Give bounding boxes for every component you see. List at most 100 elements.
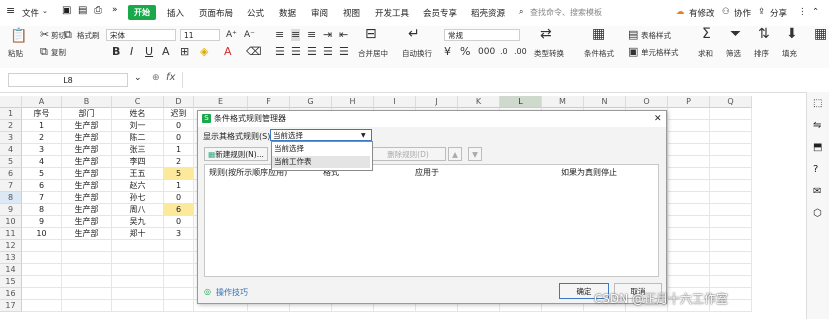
merge-icon[interactable]: ⊟ [365, 27, 377, 41]
cell[interactable] [164, 252, 194, 264]
cell[interactable] [22, 276, 62, 288]
column-header[interactable]: M [542, 96, 584, 108]
properties-icon[interactable]: ⇋ [813, 120, 821, 131]
column-header[interactable]: G [290, 96, 332, 108]
align-top-icon[interactable]: ≡ [275, 29, 284, 41]
cell[interactable] [164, 276, 194, 288]
cell[interactable] [164, 264, 194, 276]
cell[interactable]: 0 [164, 132, 194, 144]
cell[interactable]: 吴九 [112, 216, 164, 228]
cell[interactable] [668, 132, 710, 144]
merge-center-button[interactable]: 合并居中 [358, 48, 388, 59]
new-rule-button[interactable]: ▦新建规则(N)... [204, 147, 268, 161]
row-header[interactable]: 9 [0, 204, 22, 216]
filter-button[interactable]: 筛选 [726, 48, 741, 59]
row-header[interactable]: 13 [0, 252, 22, 264]
cell[interactable]: 1 [22, 120, 62, 132]
paste-button[interactable]: 粘贴 [8, 48, 23, 59]
cell[interactable]: 生产部 [62, 168, 112, 180]
column-header[interactable]: A [22, 96, 62, 108]
cell[interactable] [668, 180, 710, 192]
modified-status[interactable]: 有修改 [689, 7, 715, 19]
select-all-corner[interactable] [0, 96, 22, 108]
close-icon[interactable]: ✕ [654, 111, 662, 127]
tab-formula[interactable]: 公式 [247, 7, 264, 19]
cell-style-icon[interactable]: ▣ [628, 46, 638, 58]
table-style-button[interactable]: 表格样式 [641, 30, 671, 41]
file-menu[interactable]: 文件 [22, 7, 39, 19]
cell[interactable]: 6 [22, 180, 62, 192]
cell[interactable] [164, 300, 194, 312]
cell[interactable] [112, 276, 164, 288]
cell[interactable] [668, 108, 710, 120]
currency-icon[interactable]: ¥ [444, 46, 451, 58]
tab-start[interactable]: 开始 [128, 5, 156, 20]
cell[interactable]: 生产部 [62, 120, 112, 132]
row-header[interactable]: 1 [0, 108, 22, 120]
font-name-select[interactable]: 宋体 [106, 29, 176, 41]
dropdown-option[interactable]: 当前选择 [272, 143, 370, 155]
cell[interactable]: 6 [164, 204, 194, 216]
row-header[interactable]: 17 [0, 300, 22, 312]
column-header[interactable]: Q [710, 96, 752, 108]
cell[interactable] [668, 216, 710, 228]
cell[interactable] [62, 288, 112, 300]
cell[interactable] [668, 144, 710, 156]
cell[interactable]: 8 [22, 204, 62, 216]
help-icon[interactable]: ? [813, 164, 818, 175]
copy-icon[interactable]: ⧉ [64, 29, 72, 41]
cell[interactable]: 7 [22, 192, 62, 204]
fill-icon[interactable]: ⬇ [786, 27, 798, 41]
cell[interactable] [668, 156, 710, 168]
cell[interactable] [62, 252, 112, 264]
row-header[interactable]: 4 [0, 144, 22, 156]
delete-rule-button[interactable]: 删除规则(D) [370, 147, 446, 161]
tab-view[interactable]: 视图 [343, 7, 360, 19]
table-style-icon[interactable]: ▤ [628, 29, 638, 41]
filter-icon[interactable]: ⏷ [730, 27, 741, 41]
row-header[interactable]: 11 [0, 228, 22, 240]
cell[interactable]: 生产部 [62, 228, 112, 240]
column-header[interactable]: J [416, 96, 458, 108]
cell[interactable] [112, 288, 164, 300]
font-grow-icon[interactable]: A⁺ [226, 29, 237, 41]
name-box[interactable]: L8 [8, 73, 128, 87]
cell[interactable]: 5 [164, 168, 194, 180]
tips-link[interactable]: 操作技巧 [216, 287, 248, 298]
cell[interactable] [710, 252, 752, 264]
move-up-button[interactable]: ▲ [448, 147, 462, 161]
row-header[interactable]: 5 [0, 156, 22, 168]
cell[interactable]: 李四 [112, 156, 164, 168]
row-header[interactable]: 7 [0, 180, 22, 192]
cell[interactable] [668, 204, 710, 216]
cell[interactable] [710, 108, 752, 120]
row-header[interactable]: 2 [0, 120, 22, 132]
percent-icon[interactable]: % [460, 46, 470, 58]
column-header[interactable]: D [164, 96, 194, 108]
cell[interactable]: 生产部 [62, 132, 112, 144]
cell[interactable] [112, 300, 164, 312]
cell[interactable] [668, 228, 710, 240]
type-convert-button[interactable]: 类型转换 [534, 48, 564, 59]
cell[interactable]: 生产部 [62, 156, 112, 168]
row-header[interactable]: 6 [0, 168, 22, 180]
italic-icon[interactable]: I [130, 46, 133, 58]
type-convert-icon[interactable]: ⇄ [540, 27, 552, 41]
tab-developer[interactable]: 开发工具 [375, 7, 409, 19]
align-left-icon[interactable]: ☰ [275, 46, 285, 58]
outdent-icon[interactable]: ⇤ [339, 29, 348, 41]
select-icon[interactable]: ⬚ [813, 98, 822, 109]
cells-icon[interactable]: ▦ [814, 27, 827, 41]
cell[interactable]: 0 [164, 120, 194, 132]
print-icon[interactable]: ⎙ [94, 5, 102, 16]
tab-page-layout[interactable]: 页面布局 [199, 7, 233, 19]
hamburger-icon[interactable]: ≡ [6, 4, 15, 17]
row-header[interactable]: 12 [0, 240, 22, 252]
tab-docer[interactable]: 稻壳资源 [471, 7, 505, 19]
font-shrink-icon[interactable]: A⁻ [244, 29, 255, 41]
show-rules-select[interactable]: 当前选择 ▼ [270, 129, 372, 141]
column-header[interactable]: O [626, 96, 668, 108]
rules-list[interactable]: 规则(按所示顺序应用) 格式 应用于 如果为真则停止 [204, 164, 659, 277]
backup-icon[interactable]: ⬡ [813, 208, 822, 219]
fill-button[interactable]: 填充 [782, 48, 797, 59]
